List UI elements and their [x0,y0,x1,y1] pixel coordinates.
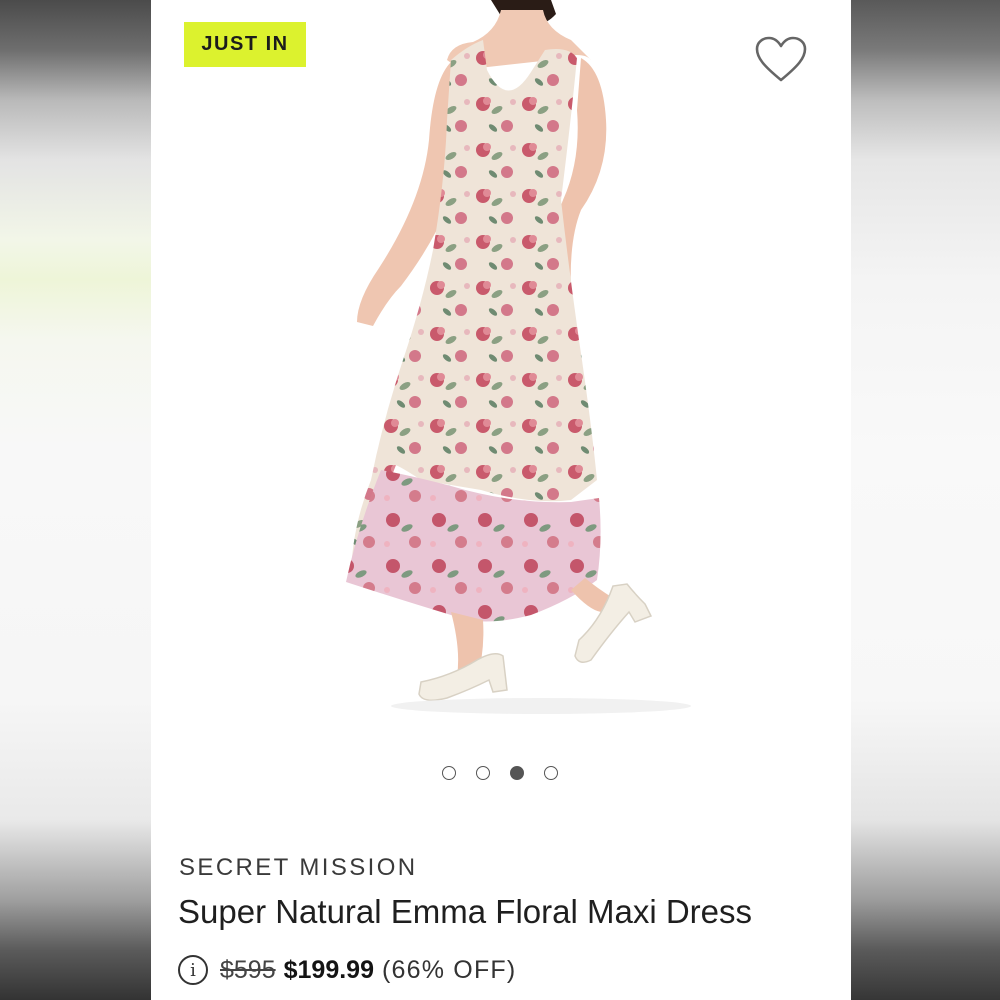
blurred-background-right [851,0,1000,1000]
carousel-dot-4[interactable] [544,766,558,780]
product-brand[interactable]: SECRET MISSION [179,854,418,882]
heart-outline-icon[interactable] [754,36,808,84]
price-row: i $595 $199.99 (66% OFF) [178,955,516,985]
info-circle-icon[interactable]: i [178,955,208,985]
product-image[interactable] [151,0,851,740]
carousel-dot-2[interactable] [476,766,490,780]
carousel-dot-3-active[interactable] [510,766,524,780]
carousel-dot-1[interactable] [442,766,456,780]
discount-label: (66% OFF) [382,955,517,984]
original-price: $595 [220,955,276,984]
product-card[interactable]: JUST IN SECRET MISSION Super Natural Emm… [151,0,851,1000]
just-in-badge: JUST IN [184,22,306,67]
product-title[interactable]: Super Natural Emma Floral Maxi Dress [178,893,752,931]
blurred-background-left [0,0,151,1000]
sale-price: $199.99 [283,955,374,984]
carousel-indicator [442,766,558,780]
